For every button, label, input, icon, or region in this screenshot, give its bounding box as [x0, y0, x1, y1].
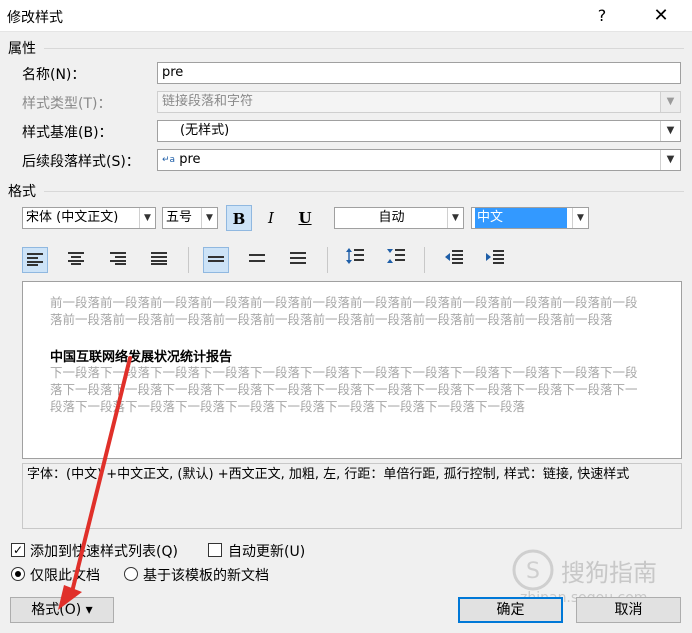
decrease-indent-button[interactable] [441, 247, 467, 273]
one-half-spacing-icon [249, 254, 265, 262]
based-on-value: (无样式) [180, 123, 230, 138]
auto-update-label[interactable]: 自动更新(U) [228, 541, 305, 561]
next-paragraph-select[interactable]: ↵a pre ▼ [157, 149, 681, 171]
svg-text:S: S [526, 559, 540, 584]
space-before-button[interactable] [342, 247, 368, 273]
close-icon[interactable]: ✕ [644, 4, 678, 28]
properties-section-label: 属性 [8, 41, 36, 57]
based-on-label: 样式基准(B)： [22, 125, 113, 141]
style-preview: 前一段落前一段落前一段落前一段落前一段落前一段落前一段落前一段落前一段落前一段落… [22, 281, 682, 459]
language-select[interactable]: 中文 ▼ [471, 207, 589, 229]
size-value: 五号 [166, 210, 193, 225]
font-select[interactable]: 宋体 (中文正文) ▼ [22, 207, 156, 229]
next-paragraph-value: pre [179, 152, 201, 167]
increase-indent-button[interactable] [482, 247, 508, 273]
align-right-button[interactable] [105, 247, 131, 273]
justify-icon [151, 252, 167, 265]
format-menu-button[interactable]: 格式(O) ▾ [10, 597, 114, 623]
style-type-select: 链接段落和字符 ▼ [157, 91, 681, 113]
font-value: 宋体 (中文正文) [26, 210, 119, 225]
name-label: 名称(N)： [22, 67, 86, 83]
increase-spacing-icon [346, 248, 364, 264]
single-spacing-button[interactable] [203, 247, 229, 273]
paragraph-style-icon: ↵a [162, 155, 176, 165]
title-bar: 修改样式 ? ✕ [0, 0, 692, 32]
based-on-select[interactable]: (无样式) ▼ [157, 120, 681, 142]
decrease-indent-icon [445, 250, 463, 264]
toolbar-separator [424, 247, 425, 273]
align-center-icon [68, 252, 84, 265]
bold-button[interactable]: B [226, 205, 252, 231]
justify-button[interactable] [146, 247, 172, 273]
auto-update-checkbox[interactable] [208, 543, 222, 557]
name-value: pre [162, 65, 184, 80]
format-divider [44, 191, 684, 192]
italic-button[interactable]: I [258, 205, 284, 231]
double-spacing-button[interactable] [285, 247, 311, 273]
next-paragraph-label: 后续段落样式(S)： [22, 154, 140, 170]
align-left-button[interactable] [22, 247, 48, 273]
chevron-down-icon: ▼ [660, 92, 680, 112]
sogou-logo-icon: S [512, 549, 554, 591]
language-value: 中文 [475, 208, 567, 228]
chevron-down-icon[interactable]: ▼ [201, 208, 217, 228]
chevron-down-icon[interactable]: ▼ [139, 208, 155, 228]
underline-button[interactable]: U [292, 205, 318, 231]
align-right-icon [110, 252, 126, 265]
format-section-label: 格式 [8, 184, 36, 200]
help-icon[interactable]: ? [588, 4, 616, 28]
double-spacing-icon [290, 252, 306, 264]
chevron-down-icon[interactable]: ▼ [660, 121, 680, 141]
chevron-down-icon[interactable]: ▼ [660, 150, 680, 170]
toolbar-separator [327, 247, 328, 273]
add-to-gallery-label[interactable]: 添加到快速样式列表(Q) [30, 541, 178, 561]
only-this-document-label[interactable]: 仅限此文档 [30, 565, 100, 585]
new-documents-label[interactable]: 基于该模板的新文档 [143, 565, 269, 585]
ok-button[interactable]: 确定 [458, 597, 563, 623]
style-description: 字体：(中文) +中文正文, (默认) +西文正文, 加粗, 左, 行距：单倍行… [22, 463, 682, 529]
watermark-brand: 搜狗指南 [561, 559, 657, 587]
style-type-value: 链接段落和字符 [162, 94, 254, 109]
space-after-button[interactable] [383, 247, 409, 273]
font-color-value: 自动 [378, 210, 405, 225]
decrease-spacing-icon [387, 249, 405, 263]
toolbar-separator [188, 247, 189, 273]
align-left-icon [27, 253, 43, 266]
new-documents-radio[interactable] [124, 567, 138, 581]
style-type-label: 样式类型(T)： [22, 96, 112, 112]
previous-paragraph-text: 前一段落前一段落前一段落前一段落前一段落前一段落前一段落前一段落前一段落前一段落… [50, 295, 638, 327]
add-to-gallery-checkbox[interactable]: ✓ [11, 543, 25, 557]
cancel-button[interactable]: 取消 [576, 597, 681, 623]
align-center-button[interactable] [63, 247, 89, 273]
sample-text: 中国互联网络发展状况统计报告 [50, 350, 233, 365]
chevron-down-icon[interactable]: ▼ [572, 208, 588, 228]
font-color-select[interactable]: 自动 ▼ [334, 207, 464, 229]
chevron-down-icon[interactable]: ▼ [447, 208, 463, 228]
one-half-spacing-button[interactable] [244, 247, 270, 273]
next-paragraph-text: 下一段落下一段落下一段落下一段落下一段落下一段落下一段落下一段落下一段落下一段落… [50, 365, 638, 414]
properties-divider [44, 48, 684, 49]
single-spacing-icon [208, 256, 224, 262]
size-select[interactable]: 五号 ▼ [162, 207, 218, 229]
increase-indent-icon [486, 250, 504, 264]
dialog-title: 修改样式 [7, 10, 63, 26]
only-this-document-radio[interactable] [11, 567, 25, 581]
name-input[interactable]: pre [157, 62, 681, 84]
